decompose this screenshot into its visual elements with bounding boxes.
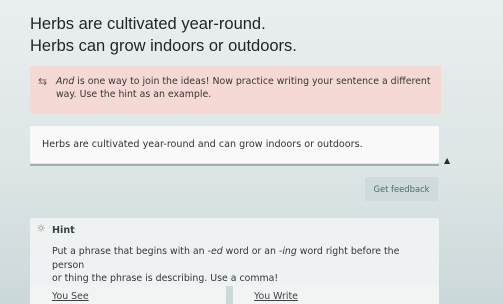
get-feedback-button[interactable]: Get feedback (365, 177, 438, 201)
answer-input[interactable]: Herbs are cultivated year-round and can … (30, 126, 439, 163)
hint-title: Hint (52, 225, 75, 236)
tab-you-write[interactable]: You Write (233, 285, 439, 304)
feedback-line-1-rest: is one way to join the ideas! Now practi… (74, 76, 431, 87)
prompt-sentence-2: Herbs can grow indoors or outdoors. (30, 37, 297, 55)
prompt-sentence-1: Herbs are cultivated year-round. (30, 15, 266, 33)
hint-seg-2: word or an - (222, 246, 283, 257)
mouse-cursor-icon: ▲ (444, 156, 451, 165)
feedback-emph-word: And (56, 76, 75, 87)
tab-you-write-label: You Write (254, 291, 298, 302)
tab-you-see[interactable]: You See (30, 285, 226, 304)
hint-panel: ☼ Hint Put a phrase that begins with an … (30, 218, 439, 286)
answer-text: Herbs are cultivated year-round and can … (42, 139, 363, 150)
hint-line-1: Put a phrase that begins with an -ed wor… (52, 245, 429, 272)
tab-you-see-label: You See (52, 291, 89, 302)
hint-line-2: or thing the phrase is describing. Use a… (52, 273, 279, 284)
swap-icon: ⇆ (38, 75, 48, 88)
lightbulb-icon: ☼ (36, 222, 46, 235)
hint-body: Put a phrase that begins with an -ed wor… (52, 245, 429, 286)
feedback-line-2: way. Use the hint as an example. (56, 89, 212, 100)
prompt-sentences: Herbs are cultivated year-round. Herbs c… (30, 13, 297, 57)
hint-emph-ed: ed (210, 246, 223, 257)
hint-seg-1: Put a phrase that begins with an - (52, 246, 211, 257)
hint-emph-ing: ing (282, 246, 297, 257)
example-tabs: You See You Write (30, 285, 439, 304)
feedback-line-1: And is one way to join the ideas! Now pr… (56, 75, 431, 88)
answer-underline (30, 164, 439, 166)
feedback-message: ⇆ And is one way to join the ideas! Now … (30, 66, 441, 114)
